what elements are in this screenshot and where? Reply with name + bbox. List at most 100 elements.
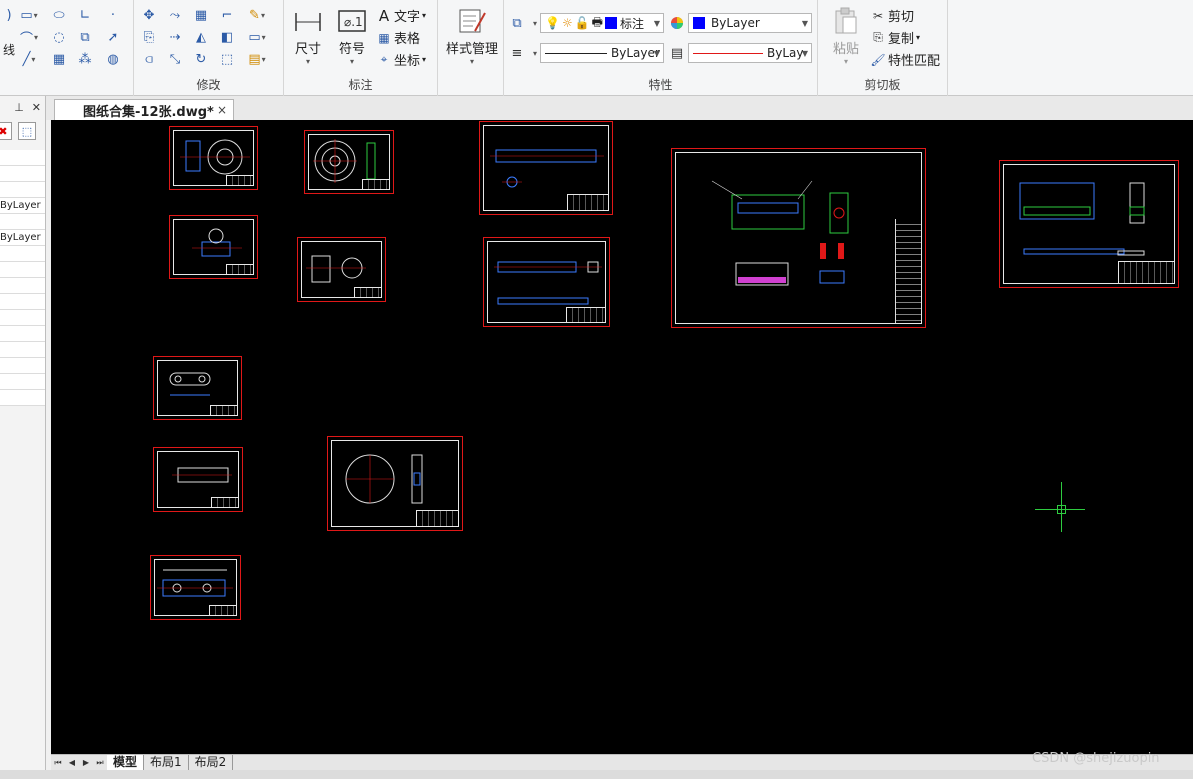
stretch-icon[interactable]: ▭	[242, 28, 272, 46]
property-row[interactable]	[0, 358, 45, 374]
region-icon[interactable]: ◌	[50, 28, 68, 46]
move-icon[interactable]: ✥	[140, 6, 158, 24]
lineweight-combo[interactable]: ByLay ▼	[688, 43, 812, 63]
properties-edit-icon[interactable]: ▤	[242, 50, 272, 68]
wipeout-icon[interactable]: ◍	[104, 50, 122, 68]
point-icon[interactable]: ·	[104, 6, 122, 24]
scale-icon[interactable]: ◧	[218, 28, 236, 46]
trim-icon[interactable]: ⤳	[166, 6, 184, 24]
offset-icon[interactable]: ⫏	[140, 50, 158, 68]
ellipse-icon[interactable]: ⬭	[50, 6, 68, 24]
close-icon[interactable]: ✕	[32, 101, 41, 114]
drawing-sheet[interactable]	[297, 237, 386, 302]
color-wheel-icon[interactable]	[668, 14, 686, 32]
extend-icon[interactable]: ⇢	[166, 28, 184, 46]
property-row[interactable]	[0, 262, 45, 278]
explode-icon[interactable]: ⬚	[218, 50, 236, 68]
properties-group: ⧉ ≡ ▾ ▾ 💡 ☼ 🔓 🖶 标注 ▼ ByLayer ▼ ByLayer ▼…	[504, 0, 818, 96]
polyline-icon[interactable]: ⌒	[14, 28, 44, 47]
linetype-combo[interactable]: ByLayer ▼	[540, 43, 664, 63]
property-list: ByLayer ByLayer	[0, 150, 45, 406]
drawing-sheet[interactable]	[169, 126, 258, 190]
drawing-sheet[interactable]	[479, 121, 613, 215]
symbol-label: 符号	[338, 42, 365, 57]
break-icon[interactable]: ⤡	[166, 50, 184, 68]
pointer-icon[interactable]: ➚	[104, 28, 122, 46]
fillet-icon[interactable]: ⌐	[218, 6, 236, 24]
property-row[interactable]	[0, 246, 45, 262]
lineweight-icon[interactable]: ▤	[668, 44, 686, 62]
property-row[interactable]	[0, 166, 45, 182]
drawing-sheet[interactable]	[153, 447, 243, 512]
property-row[interactable]	[0, 278, 45, 294]
property-row[interactable]	[0, 214, 45, 230]
erase-icon[interactable]: ✎	[242, 6, 272, 24]
tab-layout1[interactable]: 布局1	[144, 755, 189, 770]
paste-button[interactable]: 粘贴 ▾	[824, 6, 868, 66]
property-row[interactable]	[0, 374, 45, 390]
document-tab[interactable]: 图纸合集-12张.dwg* ×	[54, 99, 234, 120]
delete-selection-icon[interactable]: ✖	[0, 122, 12, 140]
dimension-icon	[292, 6, 324, 36]
mirror-icon[interactable]: ◭	[192, 28, 210, 46]
next-tab-icon[interactable]: ▶	[79, 758, 93, 767]
construction-line-icon[interactable]: ╱	[14, 50, 44, 68]
rotate-icon[interactable]: ↻	[192, 50, 210, 68]
brush-icon: 🖌	[870, 52, 886, 67]
drawing-sheet[interactable]	[304, 130, 394, 194]
property-row[interactable]	[0, 390, 45, 406]
style-manager-button[interactable]: 样式管理 ▾	[442, 6, 502, 66]
assembly-drawing-sheet[interactable]	[671, 148, 926, 328]
property-row[interactable]	[0, 310, 45, 326]
color-combo[interactable]: ByLayer ▼	[688, 13, 812, 33]
coordinate-button[interactable]: ⌖ 坐标 ▾	[376, 50, 426, 69]
tab-model[interactable]: 模型	[107, 755, 145, 770]
linetype-preview	[545, 52, 607, 54]
match-properties-button[interactable]: 🖌 特性匹配	[870, 50, 941, 70]
property-row[interactable]	[0, 342, 45, 358]
color-value: ByLayer	[711, 16, 760, 30]
paste-label: 粘贴	[832, 42, 859, 57]
first-tab-icon[interactable]: ⏮	[51, 758, 65, 768]
block-icon[interactable]: ⧉	[76, 28, 94, 46]
clipboard-group-label: 剪切板	[864, 78, 901, 92]
layer-properties-icon[interactable]: ⧉	[508, 14, 526, 32]
rectangle-icon[interactable]: ▭	[14, 6, 44, 24]
match-properties-label: 特性匹配	[888, 54, 941, 69]
close-tab-icon[interactable]: ×	[217, 103, 227, 117]
property-row-linetype[interactable]: ByLayer	[0, 230, 45, 246]
group-icon[interactable]: ⁂	[76, 50, 94, 68]
angle-icon[interactable]: ∟	[76, 6, 94, 24]
prev-tab-icon[interactable]: ◀	[65, 758, 79, 767]
hatch-icon[interactable]: ▦	[50, 50, 68, 68]
copy-object-icon[interactable]: ⎘	[140, 28, 158, 46]
drawing-sheet[interactable]	[483, 237, 610, 327]
copy-button[interactable]: ⎘ 复制 ▾	[870, 28, 920, 47]
layer-combo[interactable]: 💡 ☼ 🔓 🖶 标注 ▼	[540, 13, 664, 33]
drawing-sheet[interactable]	[999, 160, 1179, 288]
layer-state-icon[interactable]: ≡	[508, 44, 526, 62]
array-icon[interactable]: ▦	[192, 6, 210, 24]
property-row[interactable]	[0, 294, 45, 310]
select-objects-icon[interactable]: ⬚	[18, 122, 36, 140]
table-button[interactable]: ▦ 表格	[376, 28, 420, 48]
text-button[interactable]: A 文字 ▾	[376, 6, 426, 26]
modify-group: ✥ ⤳ ▦ ⌐ ✎ ⎘ ⇢ ◭ ◧ ▭ ⫏ ⤡ ↻ ⬚ ▤ 修改	[134, 0, 284, 96]
drawing-sheet[interactable]	[153, 356, 242, 420]
last-tab-icon[interactable]: ⏭	[93, 758, 107, 768]
cut-button[interactable]: ✂ 剪切	[870, 6, 914, 26]
drawing-sheet[interactable]	[150, 555, 241, 620]
scissors-icon: ✂	[872, 8, 884, 23]
coordinate-label: 坐标	[394, 54, 421, 69]
pin-icon[interactable]: ⊥	[14, 101, 24, 114]
property-row[interactable]	[0, 326, 45, 342]
property-row[interactable]	[0, 182, 45, 198]
property-row-color[interactable]: ByLayer	[0, 198, 45, 214]
symbol-button[interactable]: ⌀.1 符号 ▾	[330, 6, 374, 66]
dimension-button[interactable]: 尺寸 ▾	[286, 6, 330, 66]
assembly-drawing	[711, 180, 849, 286]
drawing-sheet[interactable]	[169, 215, 258, 279]
property-row[interactable]	[0, 150, 45, 166]
tab-layout2[interactable]: 布局2	[189, 755, 234, 770]
drawing-sheet[interactable]	[327, 436, 463, 531]
